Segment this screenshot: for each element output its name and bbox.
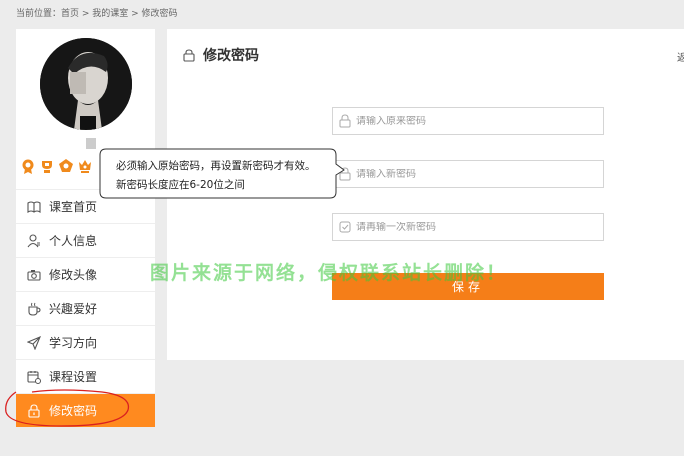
badge-row xyxy=(21,159,92,174)
back-link[interactable]: 返 xyxy=(677,49,684,64)
lock-icon xyxy=(183,48,195,62)
sidebar-item-label: 学习方向 xyxy=(49,336,98,350)
book-icon xyxy=(27,200,41,214)
sidebar-item-label: 课程设置 xyxy=(49,370,98,384)
avatar-tag xyxy=(86,138,96,149)
confirm-password-field[interactable] xyxy=(332,213,604,241)
new-password-input[interactable] xyxy=(356,168,596,180)
crown-icon xyxy=(79,160,91,173)
sidebar-item-label: 个人信息 xyxy=(49,234,98,248)
lock-icon xyxy=(338,114,352,128)
breadcrumb: 当前位置：首页 > 我的课室 > 修改密码 xyxy=(16,9,178,19)
trophy-icon xyxy=(42,161,52,173)
watermark: 图片来源于网络，侵权联系站长删除！ xyxy=(150,262,508,284)
calendar-icon xyxy=(27,370,41,384)
old-password-field[interactable] xyxy=(332,107,604,135)
tooltip-line-1: 必须输入原始密码，再设置新密码才有效。 xyxy=(116,160,316,172)
page-title: 修改密码 xyxy=(183,45,259,65)
annotation-circle xyxy=(5,389,130,427)
password-hint-tooltip: 必须输入原始密码，再设置新密码才有效。 新密码长度应在6-20位之间 xyxy=(98,148,346,200)
sidebar-item-learning-direction[interactable]: 学习方向 xyxy=(16,325,155,359)
new-password-field[interactable] xyxy=(332,160,604,188)
sidebar-item-hobbies[interactable]: 兴趣爱好 xyxy=(16,291,155,325)
cup-icon xyxy=(27,302,41,316)
page-title-text: 修改密码 xyxy=(203,48,259,64)
camera-icon xyxy=(27,268,41,282)
check-shield-icon xyxy=(338,220,352,234)
sidebar-item-change-avatar[interactable]: 修改头像 xyxy=(16,257,155,291)
avatar[interactable] xyxy=(40,38,132,130)
award-icon xyxy=(59,159,73,172)
sidebar: 课室首页 个人信息 修改头像 兴趣爱好 学习方向 课程设置 修改密码 xyxy=(16,29,155,427)
tooltip-line-2: 新密码长度应在6-20位之间 xyxy=(116,179,245,191)
old-password-input[interactable] xyxy=(356,115,596,127)
sidebar-item-label: 兴趣爱好 xyxy=(49,302,98,316)
user-icon xyxy=(27,233,41,248)
sidebar-item-personal-info[interactable]: 个人信息 xyxy=(16,223,155,257)
send-icon xyxy=(27,335,41,350)
sidebar-item-label: 课室首页 xyxy=(49,200,98,214)
sidebar-item-label: 修改头像 xyxy=(49,268,98,282)
medal-icon xyxy=(22,159,34,174)
confirm-password-input[interactable] xyxy=(356,221,596,233)
